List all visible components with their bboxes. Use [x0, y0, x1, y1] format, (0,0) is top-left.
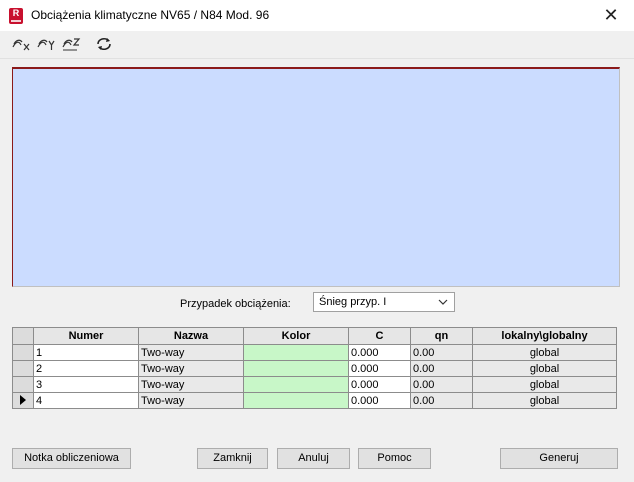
app-logo-icon: R [9, 8, 23, 24]
wind-z-button[interactable] [61, 35, 83, 53]
chevron-down-icon [437, 295, 449, 312]
row-selector[interactable] [12, 360, 34, 377]
cell-qn[interactable]: 0.00 [410, 344, 473, 361]
current-row-arrow-icon [20, 395, 26, 405]
column-header-c[interactable]: C [348, 327, 411, 345]
cell-qn[interactable]: 0.00 [410, 392, 473, 409]
cell-name[interactable]: Two-way [138, 392, 244, 409]
cell-color[interactable] [243, 360, 349, 377]
wind-x-button[interactable] [11, 35, 33, 53]
table-row[interactable]: 1 Two-way 0.000 0.00 global [12, 344, 617, 361]
column-header-local-global[interactable]: lokalny\globalny [472, 327, 617, 345]
table-row-current[interactable]: 4 Two-way 0.000 0.00 global [12, 392, 617, 409]
cell-c[interactable]: 0.000 [348, 376, 411, 393]
column-header-name[interactable]: Nazwa [138, 327, 244, 345]
cell-color[interactable] [243, 392, 349, 409]
wind-y-icon [37, 39, 55, 50]
structure-preview-panel[interactable] [12, 67, 620, 287]
toolbar [0, 31, 634, 59]
refresh-button[interactable] [93, 35, 115, 53]
wind-x-icon [12, 39, 30, 51]
window-title: Obciążenia klimatyczne NV65 / N84 Mod. 9… [31, 8, 270, 22]
cell-name[interactable]: Two-way [138, 376, 244, 393]
close-window-button[interactable]: ✕ [588, 0, 634, 31]
table-row[interactable]: 3 Two-way 0.000 0.00 global [12, 376, 617, 393]
cell-name[interactable]: Two-way [138, 344, 244, 361]
table-row[interactable]: 2 Two-way 0.000 0.00 global [12, 360, 617, 377]
calculation-note-button[interactable]: Notka obliczeniowa [12, 448, 131, 469]
cell-number[interactable]: 1 [33, 344, 139, 361]
cell-name[interactable]: Two-way [138, 360, 244, 377]
cell-c[interactable]: 0.000 [348, 392, 411, 409]
cell-local-global[interactable]: global [472, 376, 617, 393]
cell-number[interactable]: 4 [33, 392, 139, 409]
cell-c[interactable]: 0.000 [348, 344, 411, 361]
generate-button[interactable]: Generuj [500, 448, 618, 469]
cell-color[interactable] [243, 376, 349, 393]
wind-y-button[interactable] [36, 35, 58, 53]
column-header-number[interactable]: Numer [33, 327, 139, 345]
title-bar: R Obciążenia klimatyczne NV65 / N84 Mod.… [0, 0, 634, 31]
cell-local-global[interactable]: global [472, 360, 617, 377]
load-case-label: Przypadek obciążenia: [180, 298, 291, 310]
cell-local-global[interactable]: global [472, 344, 617, 361]
column-header-color[interactable]: Kolor [243, 327, 349, 345]
cell-number[interactable]: 3 [33, 376, 139, 393]
wind-z-icon [62, 38, 81, 51]
close-button[interactable]: Zamknij [197, 448, 268, 469]
cancel-button[interactable]: Anuluj [277, 448, 350, 469]
column-header-qn[interactable]: qn [410, 327, 473, 345]
row-selector[interactable] [12, 344, 34, 361]
row-selector[interactable] [12, 392, 34, 409]
cell-number[interactable]: 2 [33, 360, 139, 377]
load-case-select[interactable]: Śnieg przyp. I [313, 292, 455, 312]
table-corner [12, 327, 34, 345]
cell-qn[interactable]: 0.00 [410, 360, 473, 377]
help-button[interactable]: Pomoc [358, 448, 431, 469]
load-table: Numer Nazwa Kolor C qn lokalny\globalny … [12, 327, 617, 409]
row-selector[interactable] [12, 376, 34, 393]
table-header-row: Numer Nazwa Kolor C qn lokalny\globalny [12, 327, 617, 345]
load-case-value: Śnieg przyp. I [319, 296, 387, 308]
cell-local-global[interactable]: global [472, 392, 617, 409]
cell-color[interactable] [243, 344, 349, 361]
cell-c[interactable]: 0.000 [348, 360, 411, 377]
cell-qn[interactable]: 0.00 [410, 376, 473, 393]
close-icon: ✕ [603, 5, 619, 25]
refresh-icon [97, 37, 111, 51]
